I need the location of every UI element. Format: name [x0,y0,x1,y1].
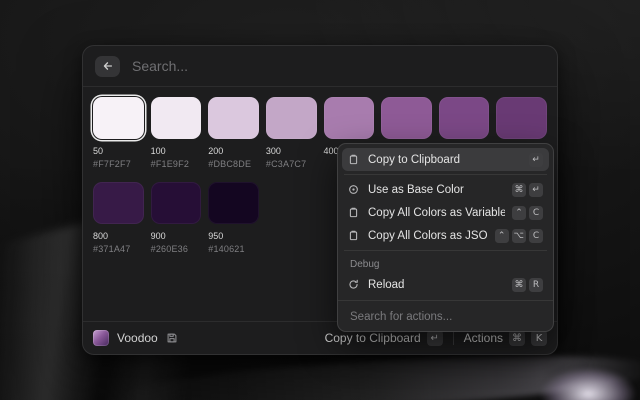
menu-item[interactable]: Reload ⌘R [342,273,549,296]
swatch-cell: 200 #DBC8DE [208,97,259,169]
swatch-hex: #260E36 [151,244,202,254]
swatch-hex: #DBC8DE [208,159,259,169]
extension-name: Voodoo [117,331,158,345]
swatch-cell: 900 #260E36 [151,182,202,254]
color-swatch[interactable] [324,97,375,139]
arrow-left-icon [102,60,114,72]
menu-item-shortcut: ⌃⌥C [495,229,543,243]
k-key-badge: K [531,330,547,346]
swatch-hex: #F1E9F2 [151,159,202,169]
menu-search-input[interactable] [348,310,543,324]
back-button[interactable] [95,56,120,77]
color-swatch[interactable] [266,97,317,139]
menu-divider [344,250,547,251]
swatch-hex: #140621 [208,244,259,254]
key-badge: ⌃ [495,229,509,243]
swatch-hex: #371A47 [93,244,144,254]
key-badge: ↵ [529,183,543,197]
swatch-label: 50 [93,146,144,156]
swatch-label: 100 [151,146,202,156]
menu-item[interactable]: Copy to Clipboard ↵ [342,148,549,171]
swatch-label: 900 [151,231,202,241]
menu-item[interactable]: Copy All Colors as JSON ⌃⌥C [342,224,549,247]
save-icon [166,332,178,344]
actions-button[interactable]: Actions [464,331,503,345]
swatch-hex: #F7F2F7 [93,159,144,169]
menu-item-label: Use as Base Color [368,184,505,196]
enter-key-badge: ↵ [427,330,443,346]
swatch-cell: 950 #140621 [208,182,259,254]
base-color-icon [348,184,361,195]
menu-search [338,300,553,331]
menu-item-shortcut: ⌃C [512,206,543,220]
key-badge: C [529,206,543,220]
color-swatch[interactable] [496,97,547,139]
primary-action-label[interactable]: Copy to Clipboard [325,331,421,345]
color-swatch[interactable] [93,182,144,224]
color-swatch[interactable] [93,97,144,139]
color-swatch[interactable] [208,97,259,139]
clipboard-icon [348,154,361,165]
desktop: 50#F7F2F7100#F1E9F2200#DBC8DE300#C3A7C74… [0,0,640,400]
swatch-cell: 800 #371A47 [93,182,144,254]
menu-item-shortcut: ⌘↵ [512,183,543,197]
menu-item-label: Copy All Colors as JSON [368,230,488,242]
cmd-key-badge: ⌘ [509,330,525,346]
swatch-cell: 100 #F1E9F2 [151,97,202,169]
footer-right: Copy to Clipboard ↵ Actions ⌘ K [325,330,547,346]
footer-left: Voodoo [93,330,178,346]
key-badge: ⌘ [512,183,526,197]
color-swatch[interactable] [151,97,202,139]
menu-item-label: Copy to Clipboard [368,154,522,166]
swatch-label: 950 [208,231,259,241]
color-swatch[interactable] [381,97,432,139]
voodoo-app-icon [93,330,109,346]
key-badge: C [529,229,543,243]
menu-divider [344,174,547,175]
menu-items: Copy to Clipboard↵Use as Base Color⌘↵Cop… [338,144,553,300]
menu-item-shortcut: ⌘R [512,278,543,292]
swatch-cell: 300 #C3A7C7 [266,97,317,169]
footer-divider [453,331,454,345]
key-badge: ⌥ [512,229,526,243]
color-swatch[interactable] [208,182,259,224]
reload-icon [348,279,361,290]
key-badge: ↵ [529,153,543,167]
menu-item-shortcut: ↵ [529,153,543,167]
menu-item[interactable]: Use as Base Color ⌘↵ [342,178,549,201]
color-swatch[interactable] [439,97,490,139]
search-bar [83,46,557,86]
swatch-cell: 50 #F7F2F7 [93,97,144,169]
search-input[interactable] [130,57,545,75]
swatch-label: 800 [93,231,144,241]
menu-item-label: Reload [368,279,505,291]
key-badge: ⌘ [512,278,526,292]
clipboard-icon [348,230,361,241]
key-badge: ⌃ [512,206,526,220]
menu-item[interactable]: Copy All Colors as Variable Declara... ⌃C [342,201,549,224]
clipboard-icon [348,207,361,218]
color-swatch[interactable] [151,182,202,224]
menu-item-label: Copy All Colors as Variable Declara... [368,207,505,219]
key-badge: R [529,278,543,292]
actions-menu: Copy to Clipboard↵Use as Base Color⌘↵Cop… [337,143,554,332]
menu-section-label: Debug [342,254,549,273]
swatch-label: 300 [266,146,317,156]
swatch-label: 200 [208,146,259,156]
swatch-hex: #C3A7C7 [266,159,317,169]
